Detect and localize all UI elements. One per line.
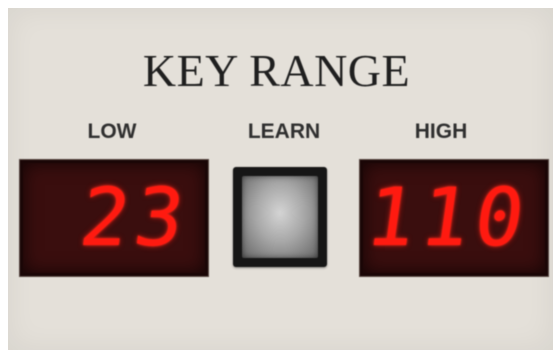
- learn-label: LEARN: [247, 120, 321, 143]
- high-label: HIGH: [414, 120, 468, 143]
- learn-button-face: [242, 176, 318, 258]
- low-value: 23: [74, 171, 196, 264]
- high-value: 110: [360, 171, 536, 264]
- high-value-display[interactable]: 110: [360, 160, 548, 276]
- learn-button[interactable]: [233, 167, 327, 267]
- panel-title: KEY RANGE: [142, 45, 411, 96]
- low-label: LOW: [87, 120, 137, 143]
- low-value-display[interactable]: 23: [20, 160, 208, 276]
